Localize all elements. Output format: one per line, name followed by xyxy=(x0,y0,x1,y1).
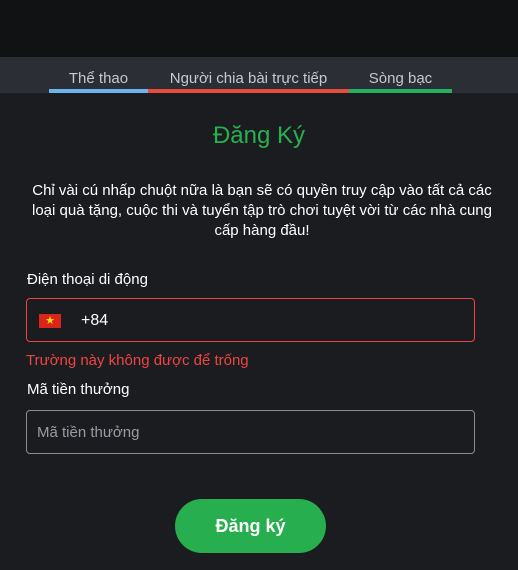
page-title: Đăng Ký xyxy=(212,122,306,149)
tab-sports-label: Thể thao xyxy=(68,70,129,87)
tab-live-dealer[interactable]: Người chia bài trực tiếp xyxy=(148,57,349,93)
top-bar xyxy=(0,0,518,57)
tab-live-dealer-indicator xyxy=(148,89,349,93)
category-tabs: Thể thao Người chia bài trực tiếp Sòng b… xyxy=(0,57,518,93)
tab-casino-label: Sòng bạc xyxy=(368,70,433,87)
register-button[interactable]: Đăng ký xyxy=(175,499,326,553)
bonus-code-label: Mã tiền thưởng xyxy=(27,381,130,398)
bonus-code-field xyxy=(26,410,475,454)
phone-label: Điện thoại di động xyxy=(27,271,148,288)
tab-sports-indicator xyxy=(49,89,148,93)
tab-casino[interactable]: Sòng bạc xyxy=(349,57,452,93)
tab-sports[interactable]: Thể thao xyxy=(49,57,148,93)
phone-field[interactable]: ★ +84 xyxy=(26,298,475,342)
phone-country-code: +84 xyxy=(81,312,109,329)
bonus-code-input[interactable] xyxy=(27,411,474,453)
tab-casino-indicator xyxy=(349,89,452,93)
vietnam-flag-icon[interactable]: ★ xyxy=(39,314,61,328)
signup-description: Chỉ vài cú nhấp chuột nữa là bạn sẽ có q… xyxy=(32,182,492,239)
phone-error-message: Trường này không được để trống xyxy=(26,352,249,369)
tab-live-dealer-label: Người chia bài trực tiếp xyxy=(169,70,328,87)
